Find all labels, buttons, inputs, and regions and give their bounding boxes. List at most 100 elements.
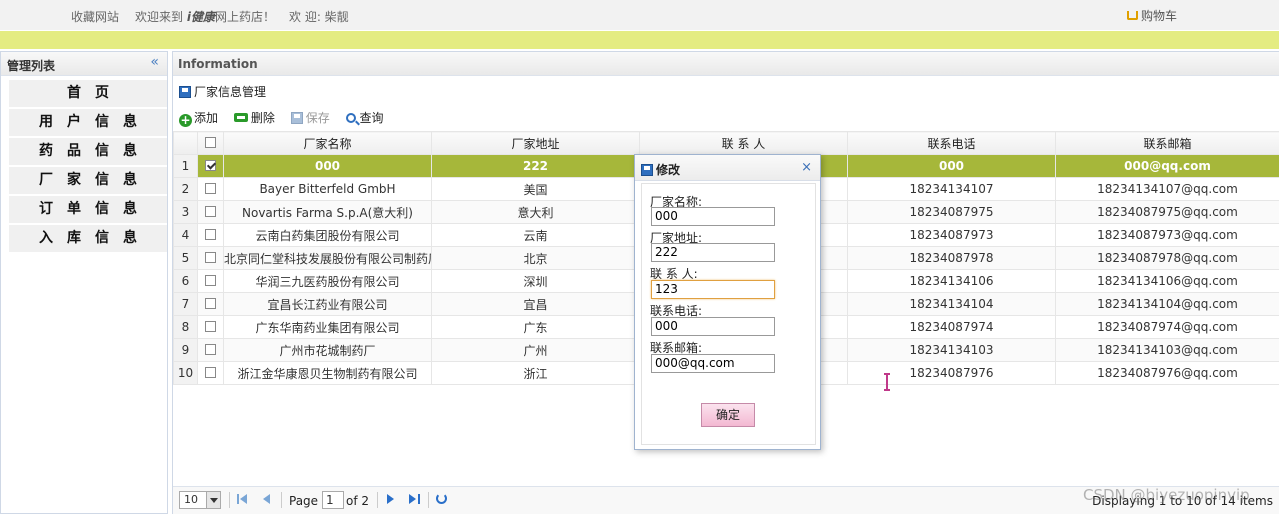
menu-item-orders[interactable]: 订单信息 [9, 196, 167, 223]
cell-name: 云南白药集团股份有限公司 [223, 223, 432, 247]
column-header-email[interactable]: 联系邮箱 [1055, 131, 1279, 155]
column-header-address[interactable]: 厂家地址 [431, 131, 640, 155]
contact-input[interactable]: 123 [651, 280, 775, 299]
prev-page-button[interactable] [261, 493, 273, 505]
add-button[interactable]: + 添加 [179, 109, 218, 127]
row-checkbox-cell[interactable] [197, 315, 224, 339]
page-label: Page [289, 494, 319, 508]
last-page-button[interactable] [408, 493, 420, 505]
last-page-arrow [409, 494, 416, 504]
cell-address: 浙江 [431, 361, 640, 385]
row-checkbox[interactable] [205, 367, 216, 378]
header-strip [0, 31, 1279, 49]
cell-email: 18234134106@qq.com [1055, 269, 1279, 293]
row-checkbox-cell[interactable] [197, 246, 224, 270]
welcome-text: 欢迎来到 i健康网上药店！ [135, 8, 275, 25]
prev-page-icon [263, 494, 270, 504]
first-page-icon [237, 494, 239, 504]
row-number: 1 [173, 154, 198, 178]
email-input[interactable]: 000@qq.com [651, 354, 775, 373]
save-icon [641, 164, 653, 176]
row-checkbox-cell[interactable] [197, 269, 224, 293]
row-number-header [173, 131, 198, 155]
cell-phone: 18234087976 [847, 361, 1056, 385]
cell-email: 18234087974@qq.com [1055, 315, 1279, 339]
cell-phone: 18234134103 [847, 338, 1056, 362]
edit-dialog: 修改 × 厂家名称: 000 厂家地址: 222 联 系 人: 123 联系电话… [634, 154, 821, 450]
save-icon [179, 86, 191, 98]
save-label: 保存 [305, 111, 330, 125]
row-checkbox-cell[interactable] [197, 200, 224, 224]
cell-phone: 18234134107 [847, 177, 1056, 201]
cell-address: 深圳 [431, 269, 640, 293]
row-checkbox-cell[interactable] [197, 338, 224, 362]
menu-item-drugs[interactable]: 药品信息 [9, 138, 167, 165]
chevron-down-icon[interactable] [206, 492, 220, 508]
dialog-header: 修改 × [635, 155, 820, 181]
cell-address: 云南 [431, 223, 640, 247]
row-checkbox[interactable] [205, 206, 216, 217]
column-header-contact[interactable]: 联 系 人 [639, 131, 848, 155]
row-checkbox[interactable] [205, 344, 216, 355]
cell-email: 18234087975@qq.com [1055, 200, 1279, 224]
section-title-text: 厂家信息管理 [194, 85, 267, 99]
cell-name: 华润三九医药股份有限公司 [223, 269, 432, 293]
row-number: 5 [173, 246, 198, 270]
cell-email: 18234087973@qq.com [1055, 223, 1279, 247]
cell-address: 北京 [431, 246, 640, 270]
save-button[interactable]: 保存 [290, 109, 330, 126]
row-checkbox-cell[interactable] [197, 223, 224, 247]
cell-phone: 18234087974 [847, 315, 1056, 339]
first-page-button[interactable] [237, 493, 249, 505]
brand-name: i健康 [186, 10, 215, 24]
row-checkbox[interactable] [205, 160, 216, 171]
row-number: 10 [173, 361, 198, 385]
right-panel-header: Information [173, 52, 1279, 76]
favorite-link[interactable]: 收藏网站 [71, 8, 119, 25]
delete-button[interactable]: 删除 [233, 109, 275, 126]
select-all-checkbox[interactable] [205, 137, 216, 148]
search-button[interactable]: 查询 [345, 109, 384, 126]
toolbar: + 添加 删除 保存 查询 [179, 109, 396, 129]
text-cursor-icon [884, 373, 890, 391]
row-checkbox-cell[interactable] [197, 292, 224, 316]
page-number-input[interactable]: 1 [322, 491, 344, 509]
manufacturer-name-input[interactable]: 000 [651, 207, 775, 226]
search-icon [345, 113, 356, 123]
row-checkbox[interactable] [205, 252, 216, 263]
menu-item-stock[interactable]: 入库信息 [9, 225, 167, 252]
column-header-phone[interactable]: 联系电话 [847, 131, 1056, 155]
cell-name: 北京同仁堂科技发展股份有限公司制药厂 [223, 246, 432, 270]
menu-item-home[interactable]: 首页 [9, 80, 167, 107]
menu-item-manufacturers[interactable]: 厂家信息 [9, 167, 167, 194]
row-checkbox-cell[interactable] [197, 154, 224, 178]
refresh-icon[interactable] [436, 493, 447, 504]
welcome-suffix: 网上药店！ [214, 10, 275, 24]
row-checkbox-cell[interactable] [197, 177, 224, 201]
next-page-button[interactable] [385, 493, 397, 505]
cell-phone: 18234087978 [847, 246, 1056, 270]
cart-link[interactable]: 购物车 [1127, 7, 1177, 24]
row-checkbox[interactable] [205, 183, 216, 194]
table-header-row: 厂家名称 厂家地址 联 系 人 联系电话 联系邮箱 [173, 131, 1279, 155]
row-checkbox-cell[interactable] [197, 361, 224, 385]
select-all-header[interactable] [197, 131, 224, 155]
close-icon[interactable]: × [801, 160, 812, 175]
row-checkbox[interactable] [205, 298, 216, 309]
page-size-select[interactable]: 10 [179, 491, 221, 509]
phone-input[interactable]: 000 [651, 317, 775, 336]
row-checkbox[interactable] [205, 321, 216, 332]
next-page-icon [387, 494, 394, 504]
search-label: 查询 [359, 111, 384, 125]
first-page-arrow [240, 494, 247, 504]
manufacturer-address-input[interactable]: 222 [651, 243, 775, 262]
row-checkbox[interactable] [205, 229, 216, 240]
delete-label: 删除 [250, 111, 275, 125]
collapse-icon[interactable]: « [150, 54, 159, 70]
menu-item-users[interactable]: 用户信息 [9, 109, 167, 136]
confirm-button[interactable]: 确定 [701, 403, 755, 427]
cell-email: 18234087976@qq.com [1055, 361, 1279, 385]
column-header-name[interactable]: 厂家名称 [223, 131, 432, 155]
page-count-label: of 2 [346, 494, 370, 508]
row-checkbox[interactable] [205, 275, 216, 286]
